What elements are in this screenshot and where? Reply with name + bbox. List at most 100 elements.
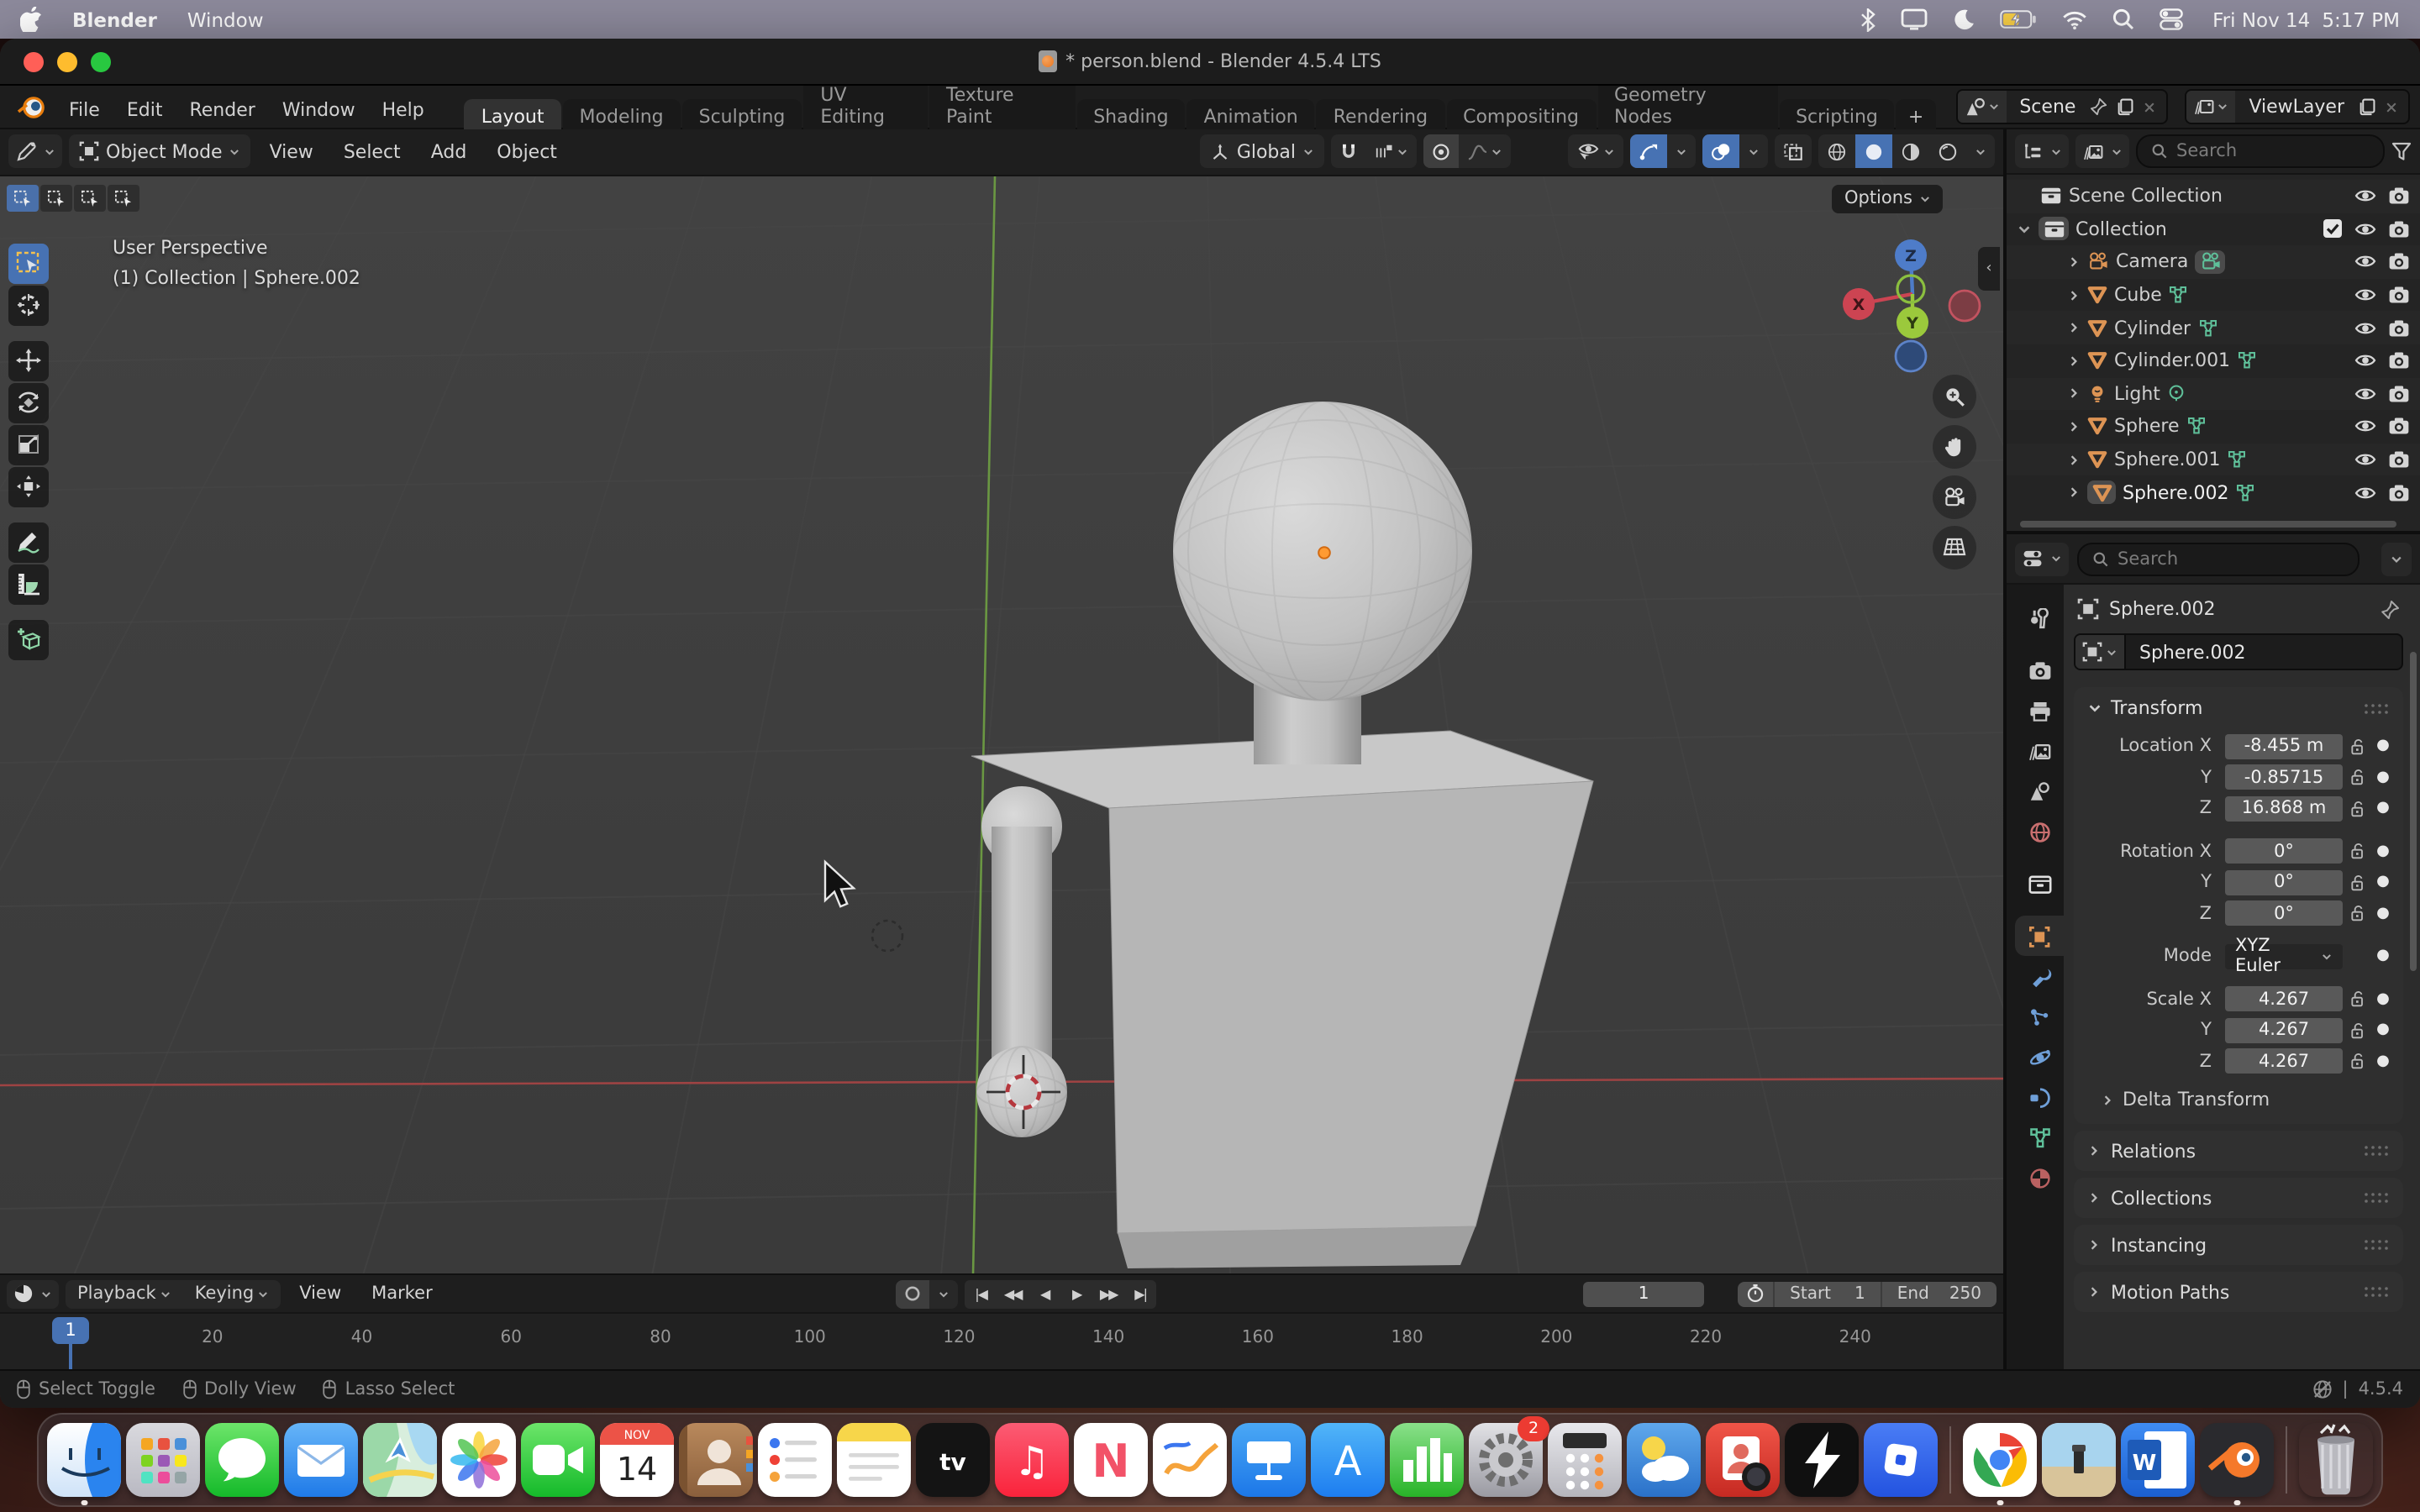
snap-settings[interactable] [1366, 135, 1417, 169]
panel-motion-paths[interactable]: Motion Paths [2074, 1272, 2403, 1312]
keying-settings[interactable] [929, 1279, 958, 1308]
hide-eye-icon[interactable] [2354, 385, 2376, 403]
overlay-settings[interactable] [1739, 135, 1768, 169]
dock-calculator-icon[interactable] [1548, 1423, 1622, 1497]
outliner-item-label[interactable]: Scene Collection [2069, 186, 2223, 207]
exclude-checkbox[interactable] [2323, 219, 2343, 239]
hide-eye-icon[interactable] [2354, 187, 2376, 206]
timeline-menu-playback[interactable]: Playback [66, 1279, 183, 1308]
value-field[interactable]: 4.267 [2225, 1017, 2343, 1042]
remove-viewlayer-icon[interactable] [2385, 100, 2398, 113]
battery-low-power-icon[interactable] [1999, 10, 2036, 29]
panel-grip-icon[interactable] [2363, 1191, 2390, 1205]
disable-render-camera-icon[interactable] [2388, 220, 2410, 239]
dock-chrome-icon[interactable] [1963, 1423, 2037, 1497]
viewport-menu-add[interactable]: Add [419, 141, 479, 163]
rotation-mode-dropdown[interactable]: XYZ Euler [2225, 943, 2343, 969]
disable-render-camera-icon[interactable] [2388, 385, 2410, 403]
sidebar-collapse-tab[interactable]: ‹ [1978, 247, 2000, 291]
dock-trash-icon[interactable] [2299, 1423, 2373, 1497]
disable-render-camera-icon[interactable] [2388, 352, 2410, 370]
outliner-item-label[interactable]: Collection [2075, 218, 2167, 240]
properties-tab-scene[interactable] [2015, 771, 2064, 811]
unlink-scene-icon[interactable] [2143, 100, 2156, 113]
disable-render-camera-icon[interactable] [2388, 318, 2410, 337]
filter-icon[interactable] [2391, 141, 2412, 161]
mesh-data-icon[interactable] [2186, 417, 2207, 436]
tool-rotate[interactable] [8, 383, 49, 423]
pin-icon[interactable] [2089, 97, 2107, 116]
next-keyframe-button[interactable]: ▶▶ [1092, 1279, 1124, 1308]
workspace-tab-uv-editing[interactable]: UV Editing [803, 77, 928, 136]
collapse-chevron-icon[interactable] [2017, 222, 2032, 237]
dock-maps-icon[interactable] [363, 1423, 437, 1497]
expand-chevron-icon[interactable] [2067, 354, 2081, 368]
show-hide-menu[interactable] [1568, 135, 1623, 169]
menubar-clock[interactable]: Fri Nov 14 5:17 PM [2212, 8, 2400, 31]
tool-move[interactable] [8, 341, 49, 381]
transform-panel-header[interactable]: Transform [2084, 694, 2393, 732]
workspace-tab-texture-paint[interactable]: Texture Paint [929, 77, 1075, 136]
dock-news-icon[interactable]: N [1074, 1423, 1148, 1497]
outliner-item-label[interactable]: Sphere [2114, 416, 2180, 438]
disable-render-camera-icon[interactable] [2388, 253, 2410, 271]
3d-viewport[interactable]: Z X Y Options User Perspective (1) Colle… [0, 176, 2003, 1273]
tool-annotate[interactable] [8, 522, 49, 563]
outliner-row-collection[interactable]: Collection [2007, 213, 2420, 245]
show-gizmo-toggle[interactable] [1630, 135, 1667, 169]
value-field[interactable]: -0.85715 [2225, 764, 2343, 790]
dock-launchpad-icon[interactable] [126, 1423, 200, 1497]
dock-blender-icon[interactable] [2200, 1423, 2274, 1497]
dock-facetime-icon[interactable] [521, 1423, 595, 1497]
current-frame-field[interactable]: 1 [1583, 1281, 1704, 1306]
tool-select-box[interactable] [8, 244, 49, 284]
zoom-button[interactable] [91, 51, 111, 71]
outliner-item-label[interactable]: Cube [2114, 284, 2162, 306]
animate-dot-icon[interactable]: ● [2373, 769, 2393, 785]
light-data-icon[interactable] [2167, 385, 2187, 403]
disable-render-camera-icon[interactable] [2388, 450, 2410, 469]
dock-system-settings-icon[interactable]: 2 [1469, 1423, 1543, 1497]
start-frame-field[interactable]: Start1 [1773, 1281, 1881, 1306]
disable-render-camera-icon[interactable] [2388, 483, 2410, 501]
wifi-icon[interactable] [2061, 9, 2086, 29]
solid-shading-button[interactable] [1855, 135, 1892, 169]
disable-render-camera-icon[interactable] [2388, 417, 2410, 436]
value-field[interactable]: 0° [2225, 838, 2343, 864]
timeline-menu-view[interactable]: View [287, 1284, 353, 1304]
close-button[interactable] [24, 51, 44, 71]
dock-word-icon[interactable]: W [2121, 1423, 2195, 1497]
dock-blue-square-app-icon[interactable] [1864, 1423, 1938, 1497]
dock-photo-booth-red-icon[interactable] [1706, 1423, 1780, 1497]
dock-keynote-icon[interactable] [1232, 1423, 1306, 1497]
properties-tab-world[interactable] [2015, 811, 2064, 852]
scene-selector[interactable]: Scene [1955, 89, 2168, 124]
zoom-button[interactable] [1933, 375, 1976, 418]
outliner-row-cylinder-001[interactable]: Cylinder.001 [2007, 344, 2420, 377]
timeline-editor-type-button[interactable] [7, 1279, 59, 1308]
properties-tab-render[interactable] [2015, 650, 2064, 690]
viewlayer-browse-button[interactable] [2186, 91, 2235, 123]
panel-instancing[interactable]: Instancing [2074, 1225, 2403, 1265]
lock-icon[interactable] [2343, 990, 2373, 1008]
tool-cursor[interactable] [8, 286, 49, 326]
expand-chevron-icon[interactable] [2067, 255, 2081, 269]
properties-tab-object[interactable] [2015, 916, 2064, 956]
scene-browse-button[interactable] [1957, 91, 2006, 123]
toggle-orthographic-button[interactable] [1933, 526, 1976, 570]
jump-to-start-button[interactable]: |◀ [965, 1279, 997, 1308]
object-browse-button[interactable] [2075, 635, 2126, 669]
select-mode-intersect[interactable] [108, 185, 139, 212]
viewport-menu-select[interactable]: Select [332, 141, 413, 163]
mesh-data-icon[interactable] [2237, 352, 2257, 370]
outliner-item-label[interactable]: Cylinder [2114, 317, 2191, 339]
select-mode-subtract[interactable] [74, 185, 106, 212]
auto-keying-toggle[interactable] [896, 1279, 929, 1308]
editor-type-button[interactable] [8, 135, 62, 169]
select-mode-extend[interactable] [40, 185, 72, 212]
dock-calendar-icon[interactable]: NOV14 [600, 1423, 674, 1497]
play-reverse-button[interactable]: ◀ [1028, 1279, 1060, 1308]
outliner-row-cube[interactable]: Cube [2007, 279, 2420, 312]
xray-toggle[interactable] [1775, 135, 1812, 169]
control-center-icon[interactable] [2159, 8, 2182, 30]
